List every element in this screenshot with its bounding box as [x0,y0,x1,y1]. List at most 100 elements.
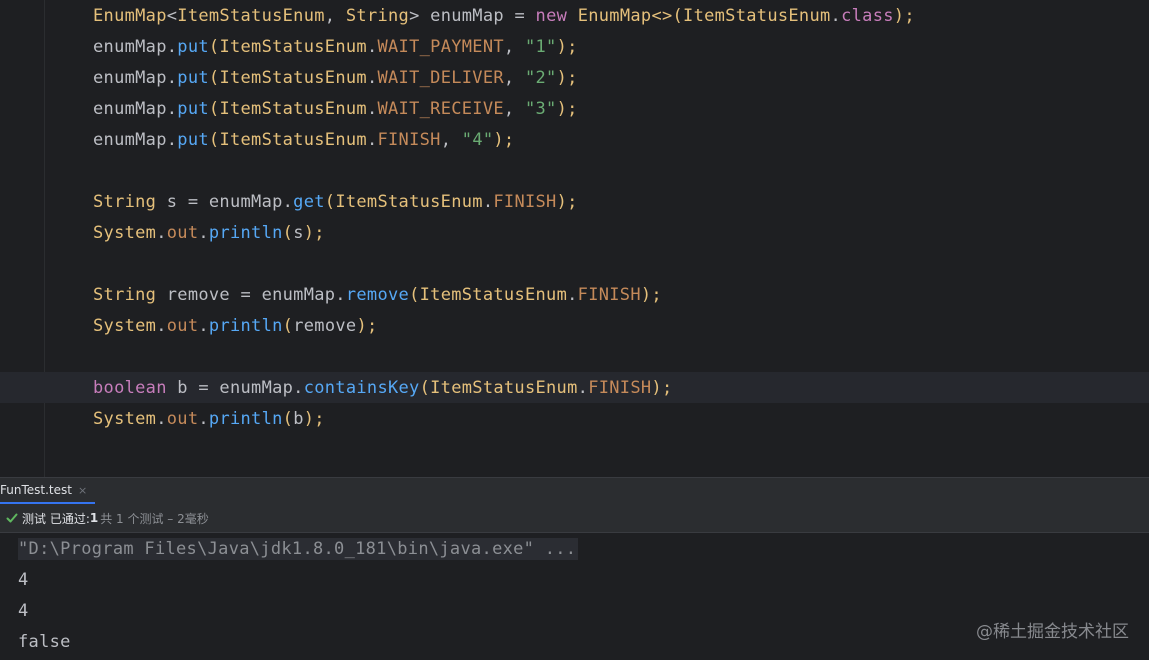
code-token: b [293,408,304,429]
watermark: @稀土掘金技术社区 [976,622,1129,642]
code-line[interactable] [0,341,1149,372]
code-token: . [482,191,494,212]
code-token: enumMap [430,5,504,26]
tab-funtest[interactable]: FunTest.test × [0,478,96,504]
code-token: FINISH [588,377,652,398]
code-line[interactable]: enumMap.put(ItemStatusEnum.WAIT_RECEIVE,… [0,93,1149,124]
check-icon [6,512,18,524]
code-token: ); [303,408,325,429]
code-token: enumMap. [93,67,178,88]
code-token: ); [556,36,578,57]
code-line-text: enumMap.put(ItemStatusEnum.WAIT_DELIVER,… [93,67,578,89]
code-token: WAIT_RECEIVE [377,98,504,119]
code-token: s = enumMap. [156,191,294,212]
code-token: enumMap. [93,129,178,150]
code-token: System [93,408,157,429]
code-token: <>( [651,5,684,26]
code-token: out [166,408,199,429]
code-line[interactable]: EnumMap<ItemStatusEnum, String> enumMap … [0,0,1149,31]
code-token: . [577,377,589,398]
code-token: String [345,5,410,26]
code-line-text: enumMap.put(ItemStatusEnum.WAIT_PAYMENT,… [93,36,578,58]
code-line-text: System.out.println(remove); [93,315,378,337]
code-token: s [293,222,304,243]
code-token: println [208,315,283,336]
code-token: , [440,129,462,150]
console-output-line: 4 [18,601,29,621]
code-line[interactable]: System.out.println(remove); [0,310,1149,341]
run-tab-bar: FunTest.test × [0,477,1149,504]
code-token: ); [651,377,673,398]
code-token: ( [324,191,336,212]
code-token: ); [493,129,515,150]
code-line[interactable]: System.out.println(b); [0,403,1149,434]
code-token: ItemStatusEnum [177,5,325,26]
code-token: . [198,315,209,336]
code-token: ItemStatusEnum [419,284,568,305]
code-line[interactable] [0,248,1149,279]
code-token: enumMap. [93,36,178,57]
code-token: FINISH [377,129,441,150]
code-line[interactable]: String s = enumMap.get(ItemStatusEnum.FI… [0,186,1149,217]
code-token: ); [556,67,578,88]
code-token: get [293,191,325,212]
code-token: ( [208,98,220,119]
code-token: EnumMap [577,5,652,26]
code-line[interactable]: enumMap.put(ItemStatusEnum.WAIT_PAYMENT,… [0,31,1149,62]
code-token: new [535,5,568,26]
code-token: . [156,222,167,243]
test-status-bar: 测试 已通过: 1 共 1 个测试 – 2毫秒 [0,504,1149,533]
code-token: ItemStatusEnum [219,67,367,88]
code-token: ItemStatusEnum [219,98,367,119]
code-token: String [93,284,157,305]
code-token: < [166,5,178,26]
code-token: WAIT_DELIVER [377,67,504,88]
code-line[interactable]: enumMap.put(ItemStatusEnum.FINISH, "4"); [0,124,1149,155]
code-token: ItemStatusEnum [219,36,367,57]
status-detail: 共 1 个测试 – 2毫秒 [100,511,209,526]
console-command-line: "D:\Program Files\Java\jdk1.8.0_181\bin\… [18,538,579,560]
code-token: out [166,222,199,243]
code-token: remove [345,284,410,305]
code-token: > [409,5,431,26]
code-token: ); [556,98,578,119]
code-token: . [366,36,378,57]
code-token: . [366,98,378,119]
code-token: . [830,5,842,26]
code-line-text: enumMap.put(ItemStatusEnum.WAIT_RECEIVE,… [93,98,578,120]
close-icon[interactable]: × [78,484,87,497]
code-token: . [156,315,167,336]
code-token: "4" [461,129,494,150]
code-token: "1" [524,36,557,57]
tab-label: FunTest.test [0,483,72,497]
code-token: put [177,36,209,57]
code-line[interactable]: enumMap.put(ItemStatusEnum.WAIT_DELIVER,… [0,62,1149,93]
code-token: ); [356,315,378,336]
code-token: ItemStatusEnum [430,377,578,398]
code-line[interactable]: System.out.println(s); [0,217,1149,248]
code-token: put [177,129,209,150]
code-token: enumMap. [93,98,178,119]
code-token: = [503,5,536,26]
code-token: . [198,408,209,429]
code-line[interactable]: String remove = enumMap.remove(ItemStatu… [0,279,1149,310]
code-line[interactable] [0,155,1149,186]
code-token: String [93,191,157,212]
code-token: , [503,98,525,119]
code-token: ( [419,377,431,398]
code-line[interactable]: boolean b = enumMap.containsKey(ItemStat… [0,372,1149,403]
code-token: , [503,36,525,57]
code-token: System [93,222,157,243]
code-line-text: EnumMap<ItemStatusEnum, String> enumMap … [93,5,915,27]
code-token: println [208,222,283,243]
code-editor[interactable]: EnumMap<ItemStatusEnum, String> enumMap … [0,0,1149,477]
code-token: ( [282,315,294,336]
code-line-text: System.out.println(s); [93,222,325,244]
status-count: 1 [89,511,99,525]
code-token: ); [893,5,915,26]
code-token: ( [409,284,420,305]
code-token: WAIT_PAYMENT [377,36,504,57]
code-token: ); [303,222,325,243]
code-token: ItemStatusEnum [219,129,367,150]
